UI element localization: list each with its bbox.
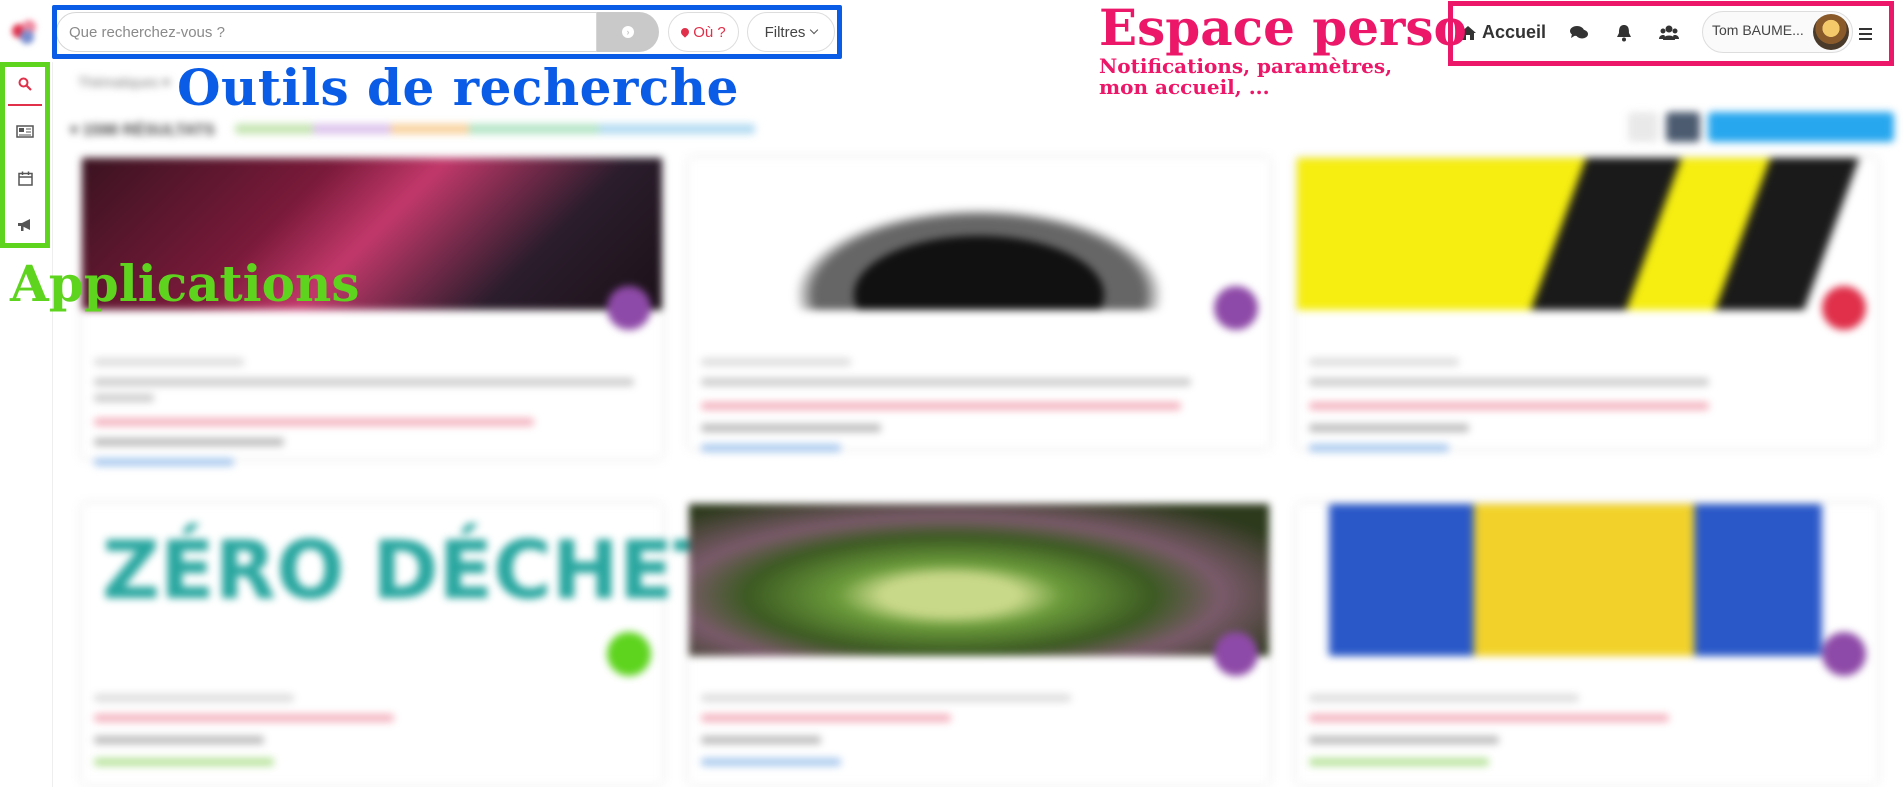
list-view-button[interactable] bbox=[1628, 112, 1658, 142]
applications-highlight bbox=[0, 62, 50, 248]
top-bar: › Où ? Filtres Accueil Tom BAUME... bbox=[0, 0, 1903, 66]
result-card[interactable] bbox=[689, 504, 1269, 784]
card-image bbox=[1297, 158, 1877, 310]
card-type-icon bbox=[1214, 632, 1258, 676]
card-image bbox=[689, 158, 1269, 310]
annotation-personal-space-desc-line1: Notifications, paramètres, bbox=[1099, 54, 1393, 78]
card-type-icon bbox=[1214, 286, 1258, 330]
annotation-personal-space: Espace perso bbox=[1099, 0, 1467, 57]
grid-view-button[interactable] bbox=[1666, 112, 1700, 142]
result-card[interactable]: ZÉRO DÉCHET bbox=[82, 504, 728, 784]
sidebar-divider bbox=[52, 62, 53, 787]
card-image bbox=[1297, 504, 1877, 656]
result-card[interactable] bbox=[1297, 504, 1877, 784]
annotation-search-tools: Outils de recherche bbox=[177, 58, 739, 117]
breadcrumb[interactable]: Thématiques ▾ bbox=[78, 74, 170, 91]
annotation-personal-space-desc: Notifications, paramètres, mon accueil, … bbox=[1099, 56, 1419, 98]
zero-dechet-logo: ZÉRO DÉCHET bbox=[102, 524, 729, 617]
results-count: ▾ 1598 RÉSULTATS bbox=[70, 122, 215, 139]
result-card[interactable] bbox=[689, 158, 1269, 452]
card-type-icon bbox=[1822, 286, 1866, 330]
app-logo[interactable] bbox=[12, 20, 42, 46]
results-area: Thématiques ▾ ▾ 1598 RÉSULTATS ZÉRO DÉCH… bbox=[60, 62, 1903, 787]
personal-space-highlight bbox=[1448, 1, 1894, 66]
annotation-personal-space-desc-line2: mon accueil, ... bbox=[1099, 75, 1270, 99]
search-tools-highlight bbox=[52, 5, 842, 59]
results-type-legend bbox=[235, 124, 755, 134]
annotation-applications: Applications bbox=[10, 254, 360, 313]
card-type-icon bbox=[1822, 632, 1866, 676]
result-card[interactable] bbox=[1297, 158, 1877, 452]
card-type-icon bbox=[607, 286, 651, 330]
card-image: ZÉRO DÉCHET bbox=[82, 504, 728, 656]
card-type-icon bbox=[607, 632, 651, 676]
card-image bbox=[689, 504, 1269, 656]
create-button[interactable] bbox=[1708, 112, 1894, 142]
